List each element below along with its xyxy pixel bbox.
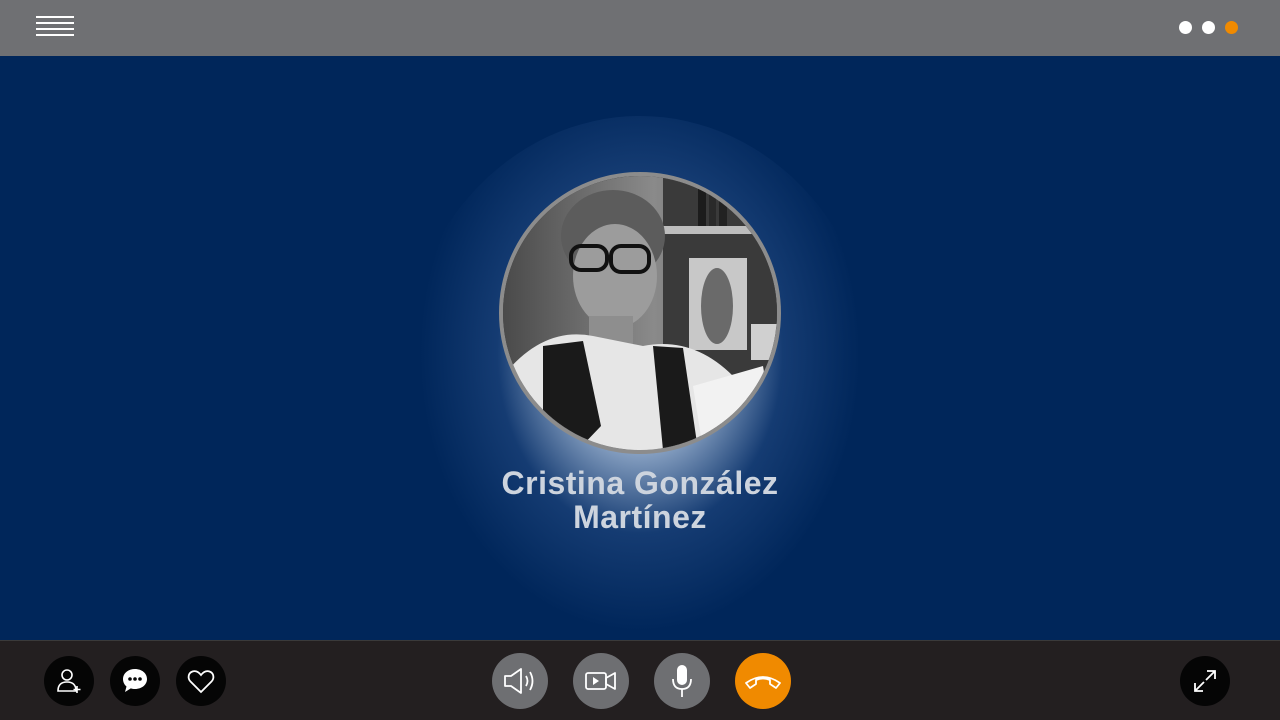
call-stage: Cristina González Martínez [0,56,1280,640]
chat-button[interactable] [110,656,160,706]
contact-name: Cristina González Martínez [440,466,840,534]
heart-icon [187,670,215,694]
page-dot-3-active[interactable] [1225,21,1238,34]
video-camera-icon [585,672,616,690]
microphone-button[interactable] [654,653,710,709]
contact-avatar [499,172,781,454]
page-dot-1[interactable] [1179,21,1192,34]
speaker-button[interactable] [492,653,548,709]
add-contact-button[interactable] [44,656,94,706]
favorite-button[interactable] [176,656,226,706]
contact-name-line2: Martínez [573,499,707,535]
hamburger-icon-line [36,28,74,30]
fullscreen-button[interactable] [1180,656,1230,706]
phone-hangup-icon [745,676,781,689]
call-controls-bar [0,640,1280,720]
contact-photo [503,176,777,450]
page-dot-2[interactable] [1202,21,1215,34]
menu-button[interactable] [34,14,76,42]
hamburger-icon-line [36,34,74,36]
video-button[interactable] [573,653,629,709]
contact-name-line1: Cristina González [501,465,779,501]
hamburger-icon-line [36,16,74,18]
expand-icon [1194,670,1216,692]
microphone-icon [672,665,692,697]
hamburger-icon-line [36,22,74,24]
add-contact-icon [57,669,81,693]
top-bar [0,0,1280,56]
chat-bubble-icon [123,669,147,692]
page-indicator [1179,21,1238,34]
speaker-icon [504,668,534,694]
hang-up-button[interactable] [735,653,791,709]
